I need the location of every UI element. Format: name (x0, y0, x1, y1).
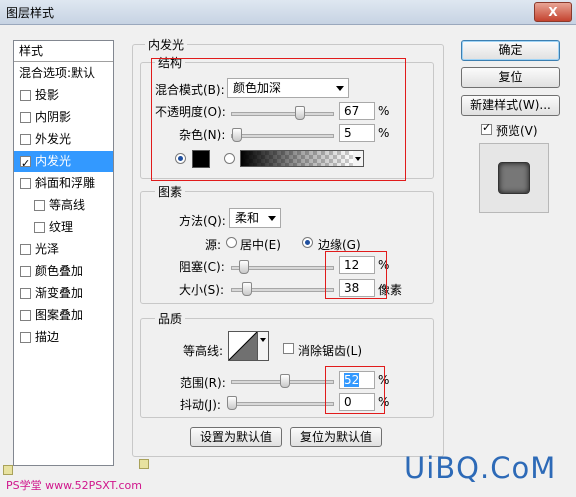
contour-curve-icon (229, 332, 257, 360)
range-label: 范围(R): (180, 376, 226, 390)
antialias-checkbox[interactable] (283, 343, 294, 354)
style-item-checkbox[interactable] (20, 178, 31, 189)
style-item-checkbox[interactable] (20, 310, 31, 321)
structure-highlight-box (151, 58, 406, 181)
style-item[interactable]: 渐变叠加 (14, 283, 113, 304)
reset-button[interactable]: 复位 (461, 67, 560, 88)
new-style-button[interactable]: 新建样式(W)... (461, 95, 560, 116)
inner-glow-title: 内发光 (145, 36, 188, 53)
window-title: 图层样式 (6, 6, 55, 20)
jitter-slider-thumb[interactable] (227, 396, 237, 410)
reset-to-default-button[interactable]: 复位为默认值 (290, 427, 382, 447)
watermark-right: UiBQ.CoM (404, 451, 557, 485)
style-preview (479, 143, 549, 213)
chevron-down-icon (268, 216, 276, 221)
style-item-label: 投影 (35, 88, 60, 102)
elements-title: 图素 (155, 183, 186, 200)
choke-label: 阻塞(C): (179, 260, 225, 274)
style-item[interactable]: 投影 (14, 85, 113, 106)
layer-style-dialog: 图层样式 X 样式 混合选项:默认投影内阴影外发光内发光斜面和浮雕等高线纹理光泽… (0, 0, 576, 497)
style-item-checkbox[interactable] (20, 332, 31, 343)
contour-preview[interactable] (228, 331, 258, 361)
technique-label: 方法(Q): (179, 214, 226, 228)
jitter-label: 抖动(J): (180, 398, 221, 412)
elements-highlight-box (325, 251, 387, 299)
technique-select[interactable]: 柔和 (229, 208, 281, 228)
antialias-label[interactable]: 消除锯齿(L) (298, 342, 362, 359)
technique-value: 柔和 (235, 211, 260, 225)
style-item-label: 内阴影 (35, 110, 72, 124)
contour-label: 等高线: (183, 344, 224, 358)
choke-slider-thumb[interactable] (239, 260, 250, 274)
style-item-checkbox[interactable] (20, 90, 31, 101)
style-item[interactable]: 纹理 (14, 217, 113, 238)
choke-slider[interactable] (231, 260, 334, 274)
style-item-checkbox[interactable] (20, 288, 31, 299)
resize-grip[interactable] (139, 459, 149, 469)
source-center-radio[interactable] (226, 237, 237, 248)
style-preview-thumbnail (498, 162, 530, 194)
make-default-button[interactable]: 设置为默认值 (190, 427, 282, 447)
ok-button[interactable]: 确定 (461, 40, 560, 61)
style-item-label: 描边 (35, 330, 60, 344)
size-slider[interactable] (231, 282, 334, 296)
style-item[interactable]: 内阴影 (14, 107, 113, 128)
size-label: 大小(S): (179, 283, 225, 297)
style-item-label: 混合选项:默认 (19, 66, 96, 80)
preview-label[interactable]: 预览(V) (496, 122, 538, 139)
quality-title: 品质 (155, 310, 186, 327)
styles-list: 样式 混合选项:默认投影内阴影外发光内发光斜面和浮雕等高线纹理光泽颜色叠加渐变叠… (13, 40, 114, 466)
style-item-checkbox[interactable] (20, 153, 31, 174)
style-item-label: 斜面和浮雕 (35, 176, 96, 190)
style-item-label: 纹理 (49, 220, 74, 234)
style-item-checkbox[interactable] (20, 134, 31, 145)
style-item-label: 光泽 (35, 242, 60, 256)
source-edge-radio[interactable] (302, 237, 313, 248)
style-item-label: 等高线 (49, 198, 86, 212)
style-item-checkbox[interactable] (20, 244, 31, 255)
contour-picker-arrow[interactable] (258, 331, 269, 361)
range-slider[interactable] (231, 374, 334, 388)
preview-checkbox[interactable] (481, 121, 492, 135)
resize-grip-left[interactable] (3, 465, 13, 475)
style-item[interactable]: 内发光 (14, 151, 113, 174)
size-slider-thumb[interactable] (242, 282, 253, 296)
styles-header[interactable]: 样式 (14, 41, 113, 62)
style-item[interactable]: 混合选项:默认 (14, 63, 113, 84)
style-item-checkbox[interactable] (34, 200, 45, 211)
source-label: 源: (205, 238, 222, 252)
style-item[interactable]: 图案叠加 (14, 305, 113, 326)
range-highlight-box (325, 366, 385, 414)
source-center-label[interactable]: 居中(E) (240, 236, 281, 253)
style-item[interactable]: 颜色叠加 (14, 261, 113, 282)
style-item[interactable]: 等高线 (14, 195, 113, 216)
style-item-label: 图案叠加 (35, 308, 84, 322)
style-item-checkbox[interactable] (20, 266, 31, 277)
watermark-left: PS学堂 www.52PSXT.com (6, 479, 142, 492)
style-item-checkbox[interactable] (34, 222, 45, 233)
range-slider-thumb[interactable] (279, 374, 290, 388)
style-item-label: 颜色叠加 (35, 264, 84, 278)
title-bar[interactable]: 图层样式 X (0, 0, 576, 25)
style-item[interactable]: 斜面和浮雕 (14, 173, 113, 194)
style-item-label: 外发光 (35, 132, 72, 146)
style-item[interactable]: 外发光 (14, 129, 113, 150)
style-item[interactable]: 描边 (14, 327, 113, 348)
style-item-checkbox[interactable] (20, 112, 31, 123)
style-item-label: 渐变叠加 (35, 286, 84, 300)
close-button[interactable]: X (534, 2, 572, 22)
jitter-slider[interactable] (227, 396, 334, 410)
style-item-label: 内发光 (35, 154, 72, 168)
style-item[interactable]: 光泽 (14, 239, 113, 260)
